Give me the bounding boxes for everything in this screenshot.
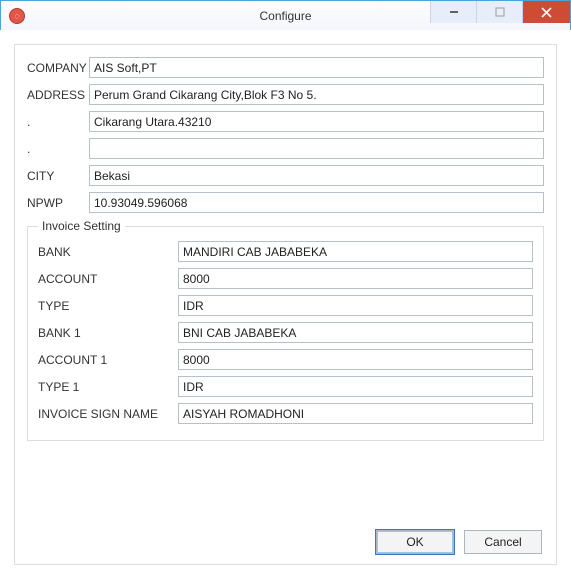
label-address: ADDRESS xyxy=(27,88,89,102)
close-button[interactable] xyxy=(522,1,570,23)
invoice-setting-group: Invoice Setting BANK ACCOUNT TYPE BANK 1… xyxy=(27,219,544,441)
label-account: ACCOUNT xyxy=(38,272,178,286)
minimize-button[interactable] xyxy=(430,1,476,23)
row-sign: INVOICE SIGN NAME xyxy=(38,403,533,424)
invoice-legend: Invoice Setting xyxy=(38,219,125,233)
close-icon xyxy=(541,7,552,18)
ok-button[interactable]: OK xyxy=(376,530,454,554)
input-city[interactable] xyxy=(89,165,544,186)
minimize-icon xyxy=(449,7,459,17)
label-npwp: NPWP xyxy=(27,196,89,210)
input-type[interactable] xyxy=(178,295,533,316)
label-account1: ACCOUNT 1 xyxy=(38,353,178,367)
client-area: COMPANY ADDRESS . . CITY NPWP Invoice Se… xyxy=(0,30,571,577)
maximize-icon xyxy=(495,7,505,17)
input-company[interactable] xyxy=(89,57,544,78)
row-address3: . xyxy=(27,138,544,159)
input-npwp[interactable] xyxy=(89,192,544,213)
label-address3: . xyxy=(27,142,89,156)
input-type1[interactable] xyxy=(178,376,533,397)
form-panel: COMPANY ADDRESS . . CITY NPWP Invoice Se… xyxy=(14,44,557,565)
input-account[interactable] xyxy=(178,268,533,289)
input-address[interactable] xyxy=(89,84,544,105)
input-bank1[interactable] xyxy=(178,322,533,343)
row-bank1: BANK 1 xyxy=(38,322,533,343)
label-bank1: BANK 1 xyxy=(38,326,178,340)
input-address3[interactable] xyxy=(89,138,544,159)
input-sign[interactable] xyxy=(178,403,533,424)
input-account1[interactable] xyxy=(178,349,533,370)
label-type: TYPE xyxy=(38,299,178,313)
row-address: ADDRESS xyxy=(27,84,544,105)
label-address2: . xyxy=(27,115,89,129)
row-bank: BANK xyxy=(38,241,533,262)
cancel-button[interactable]: Cancel xyxy=(464,530,542,554)
row-company: COMPANY xyxy=(27,57,544,78)
label-city: CITY xyxy=(27,169,89,183)
row-type1: TYPE 1 xyxy=(38,376,533,397)
label-sign: INVOICE SIGN NAME xyxy=(38,407,178,421)
window-controls xyxy=(430,1,570,30)
label-company: COMPANY xyxy=(27,61,89,75)
maximize-button[interactable] xyxy=(476,1,522,23)
button-bar: OK Cancel xyxy=(376,530,542,554)
titlebar: ◌ Configure xyxy=(1,1,570,31)
row-account: ACCOUNT xyxy=(38,268,533,289)
input-address2[interactable] xyxy=(89,111,544,132)
label-bank: BANK xyxy=(38,245,178,259)
input-bank[interactable] xyxy=(178,241,533,262)
row-type: TYPE xyxy=(38,295,533,316)
row-address2: . xyxy=(27,111,544,132)
app-icon: ◌ xyxy=(9,8,25,24)
row-account1: ACCOUNT 1 xyxy=(38,349,533,370)
row-city: CITY xyxy=(27,165,544,186)
label-type1: TYPE 1 xyxy=(38,380,178,394)
row-npwp: NPWP xyxy=(27,192,544,213)
